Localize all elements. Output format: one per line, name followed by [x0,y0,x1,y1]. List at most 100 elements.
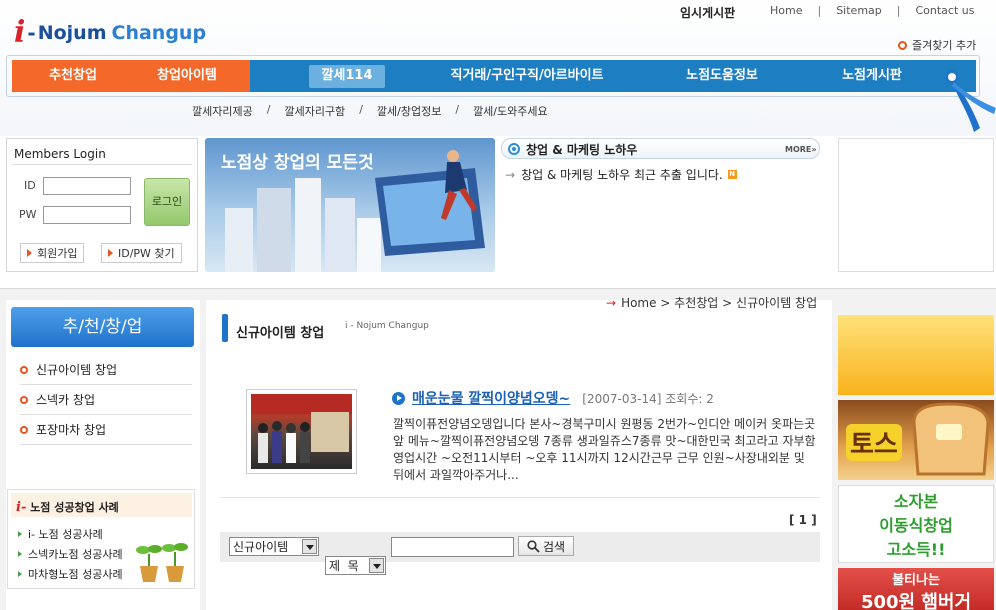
stall-photo [251,394,352,463]
breadcrumb: → Home > 추천창업 > 신규아이템 창업 [606,294,817,311]
marketing-item[interactable]: → 창업 & 마케팅 노하우 최근 추출 입니다. N [505,166,737,183]
login-button[interactable]: 로그인 [144,178,190,226]
success-item-label: i- 노점 성공사례 [28,528,103,541]
ad-line: 이동식창업 [879,516,953,535]
bullet-icon [20,395,28,404]
marketing-item-text: 창업 & 마케팅 노하우 최근 추출 입니다. [521,168,723,182]
ad-banner-burger[interactable]: 불티나는 500원 햄버거 [838,568,994,610]
nav-item-items[interactable]: 창업아이템 [142,60,232,92]
home-link[interactable]: Home [770,4,802,17]
ad-banner-toast[interactable]: 토스 [838,400,994,480]
sitemap-link[interactable]: Sitemap [836,4,882,17]
success-item-snack[interactable]: 스넥카노점 성공사례 [18,546,123,562]
page-title: 신규아이템 창업 [236,326,325,341]
divider [0,288,996,289]
success-title-prefix: i- [16,500,27,515]
right-empty-box [838,138,994,272]
nav-item-recommended[interactable]: 추천창업 [30,60,116,92]
arrow-icon [108,249,113,257]
success-item-label: 스넥카노점 성공사례 [28,548,123,561]
category-header: 추/천/창/업 [11,307,194,347]
new-icon: N [727,170,737,179]
thumbnail-image [251,394,352,469]
ad-line: 고소득!! [886,540,946,559]
sidebar-item-new-item[interactable]: 신규아이템 창업 [20,355,192,385]
contact-link[interactable]: Contact us [915,4,974,17]
search-input[interactable] [391,537,514,557]
sidebar-item-label: 스넥카 창업 [36,393,96,407]
nav-item-trade-jobs[interactable]: 직거래/구인구직/아르바이트 [437,60,617,92]
promo-banner[interactable]: 노점상 창업의 모든것 [205,138,495,272]
find-idpw-button[interactable]: ID/PW 찾기 [101,243,182,263]
search-button-label: 검색 [542,539,566,554]
ad-banner-small-capital[interactable]: 소자본 이동식창업 고소득!! [838,485,994,563]
category-select[interactable]: 신규아이템 [229,537,319,556]
logo-i: i [14,15,26,50]
divider [12,164,192,165]
join-label: 회원가입 [37,247,78,260]
subnav-item-info[interactable]: 깔세/창업정보 [377,103,441,119]
divider [220,497,820,498]
pw-label: PW [19,208,37,221]
ad-toast-text: 토스 [846,424,902,461]
success-title: i- 노점 성공창업 사례 [16,499,119,515]
field-select[interactable]: 제 목 [325,556,386,575]
ad-line: 500원 햄버거 [860,592,972,610]
chevron-down-icon [302,539,317,554]
banner-text: 노점상 창업의 모든것 [221,153,374,173]
ad-line: 불티나는 [892,573,940,588]
pw-input[interactable] [43,206,131,224]
bullet-icon [20,425,28,434]
post-title-row: 매운눈물 깔찍이양념오뎅~ [2007-03-14] 조회수: 2 [392,388,714,408]
page-logo-text: i - Nojum Changup [345,321,429,331]
search-icon [527,539,540,553]
sidebar-item-pojangmacha[interactable]: 포장마차 창업 [20,415,192,445]
nav-item-help-info[interactable]: 노점도움정보 [672,60,772,92]
search-button[interactable]: 검색 [518,536,574,556]
arrow-icon [18,531,22,537]
sidebar-item-snack-car[interactable]: 스넥카 창업 [20,385,192,415]
login-title: Members Login [14,147,106,161]
success-title-text: 노점 성공창업 사례 [30,501,119,514]
post-thumbnail[interactable] [246,389,357,474]
id-input[interactable] [43,177,131,195]
nav-item-kkalse114[interactable]: 깔세114 [309,60,385,92]
pagination[interactable]: [ 1 ] [789,513,817,527]
site-logo[interactable]: i - Nojum Changup [14,16,206,50]
post-date: [2007-03-14] [582,391,662,406]
arrow-icon [18,551,22,557]
post-excerpt: 깔찍이퓨전양념오뎅입니다 본사~경북구미시 원평동 2번가~인디안 메이커 옷파… [393,417,816,482]
temp-board-link[interactable]: 임시게시판 [680,4,735,21]
arrow-right-icon: → [606,295,617,310]
sidebar-item-label: 신규아이템 창업 [36,363,118,377]
logo-dash: - [27,21,36,45]
subnav-separator: / [266,103,271,116]
subnav-separator: / [455,103,460,116]
subnav-item-offer[interactable]: 깔세자리제공 [192,103,253,119]
favorites-label: 즐겨찾기 추가 [912,39,977,52]
nav-item-board[interactable]: 노점게시판 [827,60,917,92]
success-item-inojum[interactable]: i- 노점 성공사례 [18,526,103,542]
subnav-item-wanted[interactable]: 깔세자리구함 [284,103,345,119]
play-icon [392,391,405,405]
post-views: 조회수: 2 [665,391,714,406]
link-separator: | [896,4,901,17]
sidebar-item-label: 포장마차 창업 [36,423,107,437]
logo-changup: Changup [111,22,207,44]
bullet-icon [898,40,907,50]
ad-banner-yellow[interactable] [838,315,994,395]
success-item-cart[interactable]: 마차형노점 성공사례 [18,566,123,582]
add-favorites-link[interactable]: 즐겨찾기 추가 [898,37,976,53]
subnav-separator: / [359,103,363,116]
more-link[interactable]: MORE» [785,145,817,154]
join-button[interactable]: 회원가입 [20,243,85,263]
id-label: ID [24,179,36,192]
post-meta: [2007-03-14] 조회수: 2 [582,390,714,407]
link-separator: | [817,4,822,17]
chevron-down-icon [369,558,384,573]
title-accent [222,314,228,342]
sprout-icon [136,543,188,582]
post-title-link[interactable]: 매운눈물 깔찍이양념오뎅~ [412,388,570,408]
subnav-item-help[interactable]: 깔세/도와주세요 [473,103,548,119]
field-select-value: 제 목 [329,559,359,573]
